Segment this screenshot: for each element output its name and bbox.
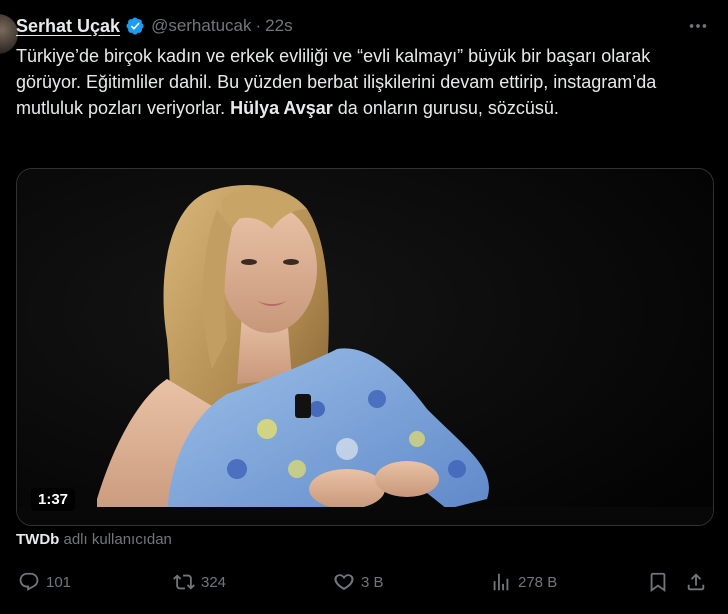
video-frame <box>17 169 713 525</box>
tweet-text: Türkiye’de birçok kadın ve erkek evliliğ… <box>16 43 706 121</box>
share-icon <box>687 573 705 591</box>
tweet-timestamp[interactable]: 22s <box>265 16 292 36</box>
tweet-text-bold: Hülya Avşar <box>230 98 333 118</box>
tweet-text-part2: da onların gurusu, sözcüsü. <box>332 98 559 118</box>
tweet-actions: 101 324 3 B 278 B <box>0 568 728 596</box>
retweet-button[interactable]: 324 <box>173 568 226 596</box>
retweet-count: 324 <box>201 573 227 591</box>
media-attribution: TWDb adlı kullanıcıdan <box>16 531 172 548</box>
views-count: 278 B <box>518 573 558 591</box>
reply-icon <box>19 572 39 591</box>
reply-button[interactable]: 101 <box>18 568 71 596</box>
video-duration: 1:37 <box>31 488 76 511</box>
heart-icon <box>334 574 354 591</box>
author-handle[interactable]: @serhatucak <box>151 16 251 36</box>
views-chart-icon <box>493 573 509 591</box>
retweet-icon <box>173 574 195 590</box>
verified-badge-icon <box>125 16 145 36</box>
views-button[interactable]: 278 B <box>490 568 557 596</box>
like-count: 3 B <box>361 573 384 591</box>
attribution-suffix: adlı kullanıcıdan <box>59 531 172 548</box>
bookmark-button[interactable] <box>647 568 675 596</box>
reply-count: 101 <box>46 573 72 591</box>
like-button[interactable]: 3 B <box>333 568 384 596</box>
tweet[interactable]: Serhat Uçak @serhatucak · 22s Türkiye’de… <box>0 0 728 614</box>
tweet-header: Serhat Uçak @serhatucak · 22s <box>16 14 293 38</box>
attribution-source-link[interactable]: TWDb <box>16 531 59 548</box>
separator-dot: · <box>255 16 262 35</box>
bookmark-icon <box>650 572 666 593</box>
share-button[interactable] <box>685 568 713 596</box>
more-options-icon[interactable] <box>686 14 710 38</box>
video-player[interactable]: 1:37 <box>16 168 714 526</box>
author-name[interactable]: Serhat Uçak <box>16 16 120 37</box>
